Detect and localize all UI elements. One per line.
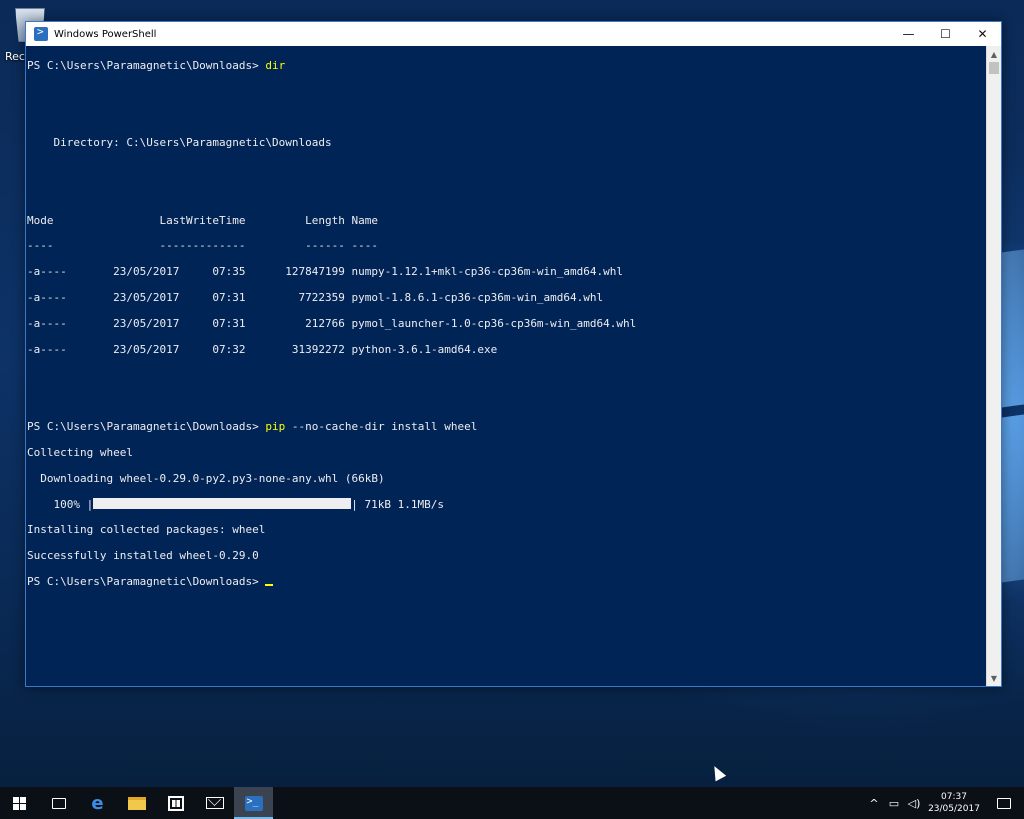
prompt: PS C:\Users\Paramagnetic\Downloads> [27, 58, 266, 72]
powershell-button[interactable] [234, 787, 273, 819]
console-line: PS C:\Users\Paramagnetic\Downloads> pip … [27, 420, 986, 434]
close-button[interactable]: ✕ [964, 22, 1001, 46]
clock-date: 23/05/2017 [928, 804, 980, 814]
mail-icon [205, 797, 224, 809]
mail-button[interactable] [195, 787, 234, 819]
collecting-line: Collecting wheel [27, 445, 133, 459]
task-view-icon [51, 797, 66, 809]
scrollbar-thumb[interactable] [989, 62, 999, 74]
maximize-button[interactable]: ☐ [927, 22, 964, 46]
text-cursor [265, 583, 274, 586]
command-text: pip [265, 420, 286, 434]
action-center-button[interactable] [984, 787, 1024, 819]
minimize-button[interactable]: — [890, 22, 927, 46]
task-view-button[interactable] [39, 787, 78, 819]
command-args: --no-cache-dir install wheel [285, 420, 478, 434]
prompt: PS C:\Users\Paramagnetic\Downloads> [27, 574, 266, 588]
volume-icon[interactable]: ◁) [904, 787, 924, 819]
file-explorer-button[interactable] [117, 787, 156, 819]
network-icon[interactable]: ▭ [884, 787, 904, 819]
store-icon [167, 795, 184, 811]
window-title: Windows PowerShell [54, 28, 157, 40]
progress-rate: | 71kB 1.1MB/s [351, 498, 444, 512]
table-row: -a---- 23/05/2017 07:31 212766 pymol_lau… [27, 316, 637, 330]
powershell-icon[interactable] [34, 25, 48, 41]
system-tray: ^ ▭ ◁) 07:37 23/05/2017 [864, 787, 1024, 819]
notification-icon [997, 797, 1011, 809]
success-line: Successfully installed wheel-0.29.0 [27, 549, 259, 563]
powershell-window[interactable]: Windows PowerShell — ☐ ✕ PS C:\Users\Par… [25, 21, 1002, 687]
window-titlebar[interactable]: Windows PowerShell — ☐ ✕ [26, 22, 1001, 46]
table-header-rule: ---- ------------- ------ ---- [27, 239, 378, 253]
console-line: PS C:\Users\Paramagnetic\Downloads> [27, 574, 986, 589]
table-row: -a---- 23/05/2017 07:35 127847199 numpy-… [27, 265, 624, 279]
taskbar: e ^ ▭ ◁) 07:37 23/05/2017 [0, 787, 1024, 819]
chevron-up-icon[interactable]: ^ [864, 787, 884, 819]
command-text: dir [265, 58, 286, 72]
table-row: -a---- 23/05/2017 07:31 7722359 pymol-1.… [27, 291, 604, 305]
vertical-scrollbar[interactable]: ▲ ▼ [986, 46, 1001, 686]
powershell-icon [244, 795, 263, 811]
edge-icon: e [91, 792, 104, 814]
window-controls: — ☐ ✕ [890, 22, 1001, 46]
clock-time: 07:37 [941, 792, 967, 802]
scroll-up-arrow-icon[interactable]: ▲ [987, 47, 1001, 61]
store-button[interactable] [156, 787, 195, 819]
folder-icon [127, 796, 146, 810]
windows-logo-icon [13, 796, 26, 810]
progress-percent: 100% | [27, 498, 94, 512]
progress-bar [93, 498, 352, 510]
console-output[interactable]: PS C:\Users\Paramagnetic\Downloads> dir … [26, 46, 986, 686]
downloading-line: Downloading wheel-0.29.0-py2.py3-none-an… [27, 471, 385, 485]
edge-button[interactable]: e [78, 787, 117, 819]
directory-line: Directory: C:\Users\Paramagnetic\Downloa… [27, 136, 332, 150]
progress-line: 100% | | 71kB 1.1MB/s [27, 498, 986, 511]
prompt: PS C:\Users\Paramagnetic\Downloads> [27, 420, 266, 434]
start-button[interactable] [0, 787, 39, 819]
console-line: PS C:\Users\Paramagnetic\Downloads> dir [27, 58, 986, 73]
clock[interactable]: 07:37 23/05/2017 [924, 791, 984, 815]
installing-line: Installing collected packages: wheel [27, 523, 266, 537]
table-header: Mode LastWriteTime Length Name [27, 213, 378, 227]
scroll-down-arrow-icon[interactable]: ▼ [987, 671, 1001, 685]
table-row: -a---- 23/05/2017 07:32 31392272 python-… [27, 342, 498, 356]
